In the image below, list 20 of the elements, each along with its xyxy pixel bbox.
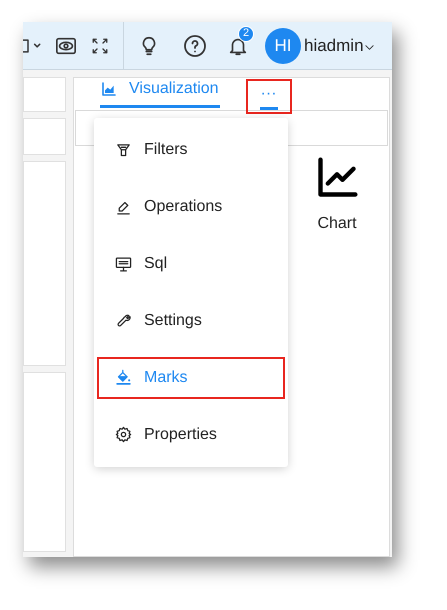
filter-icon xyxy=(115,142,132,159)
notification-badge: 2 xyxy=(238,26,254,42)
help-icon[interactable] xyxy=(183,34,207,58)
menu-item[interactable]: Properties xyxy=(97,414,285,456)
menu-item[interactable]: Sql xyxy=(97,243,285,286)
menu-item[interactable]: Marks xyxy=(97,356,285,399)
username[interactable]: hiadmin xyxy=(304,32,364,58)
fullscreen-icon[interactable] xyxy=(91,36,109,54)
tab[interactable]: Visualization xyxy=(98,75,222,110)
tab[interactable]: ··· xyxy=(246,79,292,114)
gear-icon xyxy=(115,426,132,444)
chart-type-label: Chart xyxy=(317,214,357,234)
monitor-icon xyxy=(115,256,132,273)
menu-item[interactable]: Operations xyxy=(97,186,285,228)
wrench-icon xyxy=(115,312,132,330)
menu-item[interactable]: Settings xyxy=(97,300,285,342)
chart-icon xyxy=(101,81,117,97)
paint-bucket-icon xyxy=(115,369,132,386)
avatar[interactable]: HI xyxy=(265,28,301,64)
menu-item[interactable]: Filters xyxy=(97,129,285,172)
